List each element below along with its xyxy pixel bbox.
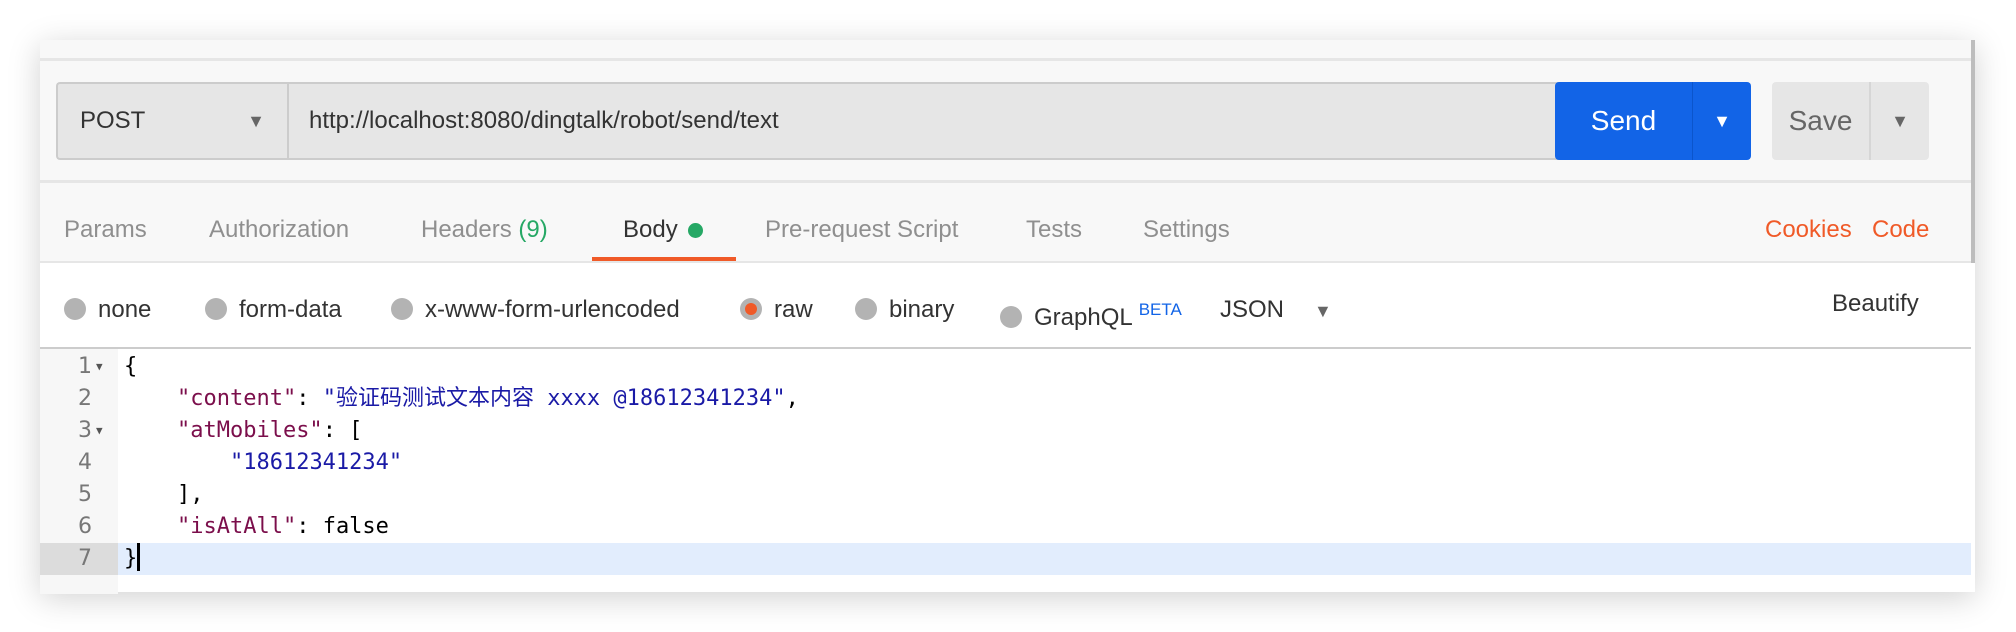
- code-line: 5 ],: [40, 479, 1971, 511]
- method-select[interactable]: POST ▼: [56, 82, 287, 160]
- save-button[interactable]: Save ▼: [1772, 82, 1929, 160]
- radio-binary[interactable]: binary: [855, 293, 954, 327]
- code-text: ,: [785, 386, 799, 411]
- request-panel: POST ▼ http://localhost:8080/dingtalk/rob…: [40, 40, 1975, 594]
- send-button[interactable]: Send ▼: [1555, 82, 1751, 160]
- method-label: POST: [80, 107, 146, 134]
- code-line: 3 ▼ "atMobiles": [: [40, 415, 1971, 447]
- code-line: 1 ▼ {: [40, 351, 1971, 383]
- triangle-down-icon: ▼: [247, 111, 265, 131]
- json-string: "验证码测试文本内容 xxxx @18612341234": [322, 386, 786, 411]
- radio-icon: [64, 298, 86, 320]
- divider: [40, 180, 1971, 183]
- triangle-down-icon: ▼: [1314, 301, 1332, 321]
- line-number: 5: [78, 482, 92, 507]
- code-text: ],: [176, 482, 204, 507]
- divider: [40, 58, 1971, 61]
- code-line: 4 "18612341234": [40, 447, 1971, 479]
- fold-arrow-icon[interactable]: ▼: [96, 415, 103, 447]
- code-text: {: [124, 354, 138, 379]
- status-dot-icon: [687, 223, 703, 239]
- code-line: 2 "content": "验证码测试文本内容 xxxx @1861234123…: [40, 383, 1971, 415]
- json-key: "isAtAll": [176, 514, 297, 539]
- body-section: none form-data x-www-form-urlencoded raw…: [40, 263, 1975, 594]
- radio-label: GraphQL: [1034, 304, 1133, 331]
- line-number: 6: [78, 514, 92, 539]
- code-line: 6 "isAtAll": false: [40, 511, 1971, 543]
- line-number: 4: [78, 450, 92, 475]
- save-dropdown-icon[interactable]: ▼: [1869, 82, 1929, 160]
- radio-none[interactable]: none: [64, 293, 151, 327]
- format-label: JSON: [1220, 296, 1285, 323]
- beta-badge: BETA: [1138, 300, 1182, 319]
- text-caret: [137, 543, 141, 571]
- json-string: "18612341234": [229, 450, 403, 475]
- code-link[interactable]: Code: [1872, 212, 1929, 248]
- radio-label: form-data: [239, 296, 342, 323]
- tab-settings[interactable]: Settings: [1143, 212, 1230, 248]
- radio-label: raw: [774, 296, 813, 323]
- code-text: : [: [322, 418, 363, 443]
- json-key: "atMobiles": [176, 418, 323, 443]
- radio-icon: [1000, 306, 1022, 328]
- json-key: "content": [176, 386, 297, 411]
- radio-icon: [205, 298, 227, 320]
- radio-selected-icon: [740, 298, 762, 320]
- radio-label: none: [98, 296, 152, 323]
- tab-params[interactable]: Params: [64, 212, 147, 248]
- fold-arrow-icon[interactable]: ▼: [96, 351, 103, 383]
- line-number: 2: [78, 386, 92, 411]
- radio-label: x-www-form-urlencoded: [425, 296, 680, 323]
- code-text: : false: [296, 514, 389, 539]
- tab-pre-request-script[interactable]: Pre-request Script: [765, 212, 958, 248]
- tab-tests[interactable]: Tests: [1026, 212, 1082, 248]
- radio-x-www-form-urlencoded[interactable]: x-www-form-urlencoded: [391, 293, 680, 327]
- code-line-current: 7}: [40, 543, 1971, 575]
- radio-icon: [855, 298, 877, 320]
- format-select[interactable]: JSON ▼: [1220, 293, 1332, 328]
- save-label: Save: [1788, 105, 1853, 136]
- tab-label: Headers: [421, 216, 512, 243]
- line-number: 3: [78, 418, 92, 443]
- radio-raw[interactable]: raw: [740, 293, 813, 327]
- tab-headers[interactable]: Headers (9): [421, 212, 548, 248]
- tab-label: Body: [623, 216, 678, 243]
- radio-icon: [391, 298, 413, 320]
- url-input[interactable]: http://localhost:8080/dingtalk/robot/sen…: [287, 82, 1574, 160]
- line-number: 1: [78, 354, 92, 379]
- code-editor[interactable]: 1 ▼{ 2 "content": "验证码测试文本内容 xxxx @186123…: [40, 347, 1971, 594]
- code-text: }: [124, 546, 138, 571]
- cookies-link[interactable]: Cookies: [1765, 212, 1852, 248]
- radio-graphql[interactable]: GraphQL BETA: [1000, 293, 1182, 335]
- line-number: 7: [40, 543, 118, 575]
- headers-count: (9): [518, 216, 548, 243]
- radio-label: binary: [889, 296, 955, 323]
- code-text: :: [296, 386, 323, 411]
- send-dropdown-icon[interactable]: ▼: [1692, 82, 1751, 160]
- tab-authorization[interactable]: Authorization: [209, 212, 349, 248]
- send-label: Send: [1590, 105, 1657, 136]
- tab-body[interactable]: Body: [623, 212, 703, 248]
- radio-form-data[interactable]: form-data: [205, 293, 342, 327]
- beautify-link[interactable]: Beautify: [1832, 287, 1919, 321]
